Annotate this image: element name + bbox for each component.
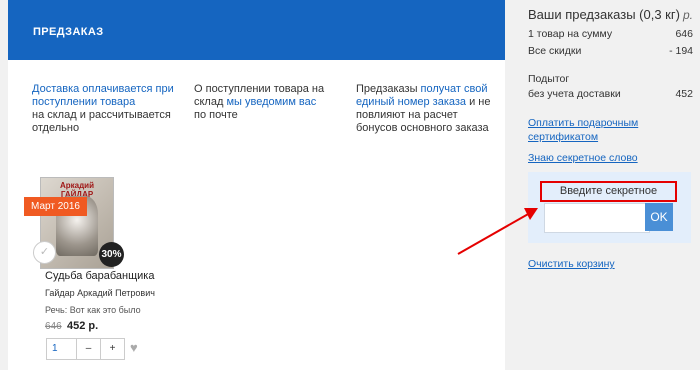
- red-arrow-annotation: [457, 208, 538, 255]
